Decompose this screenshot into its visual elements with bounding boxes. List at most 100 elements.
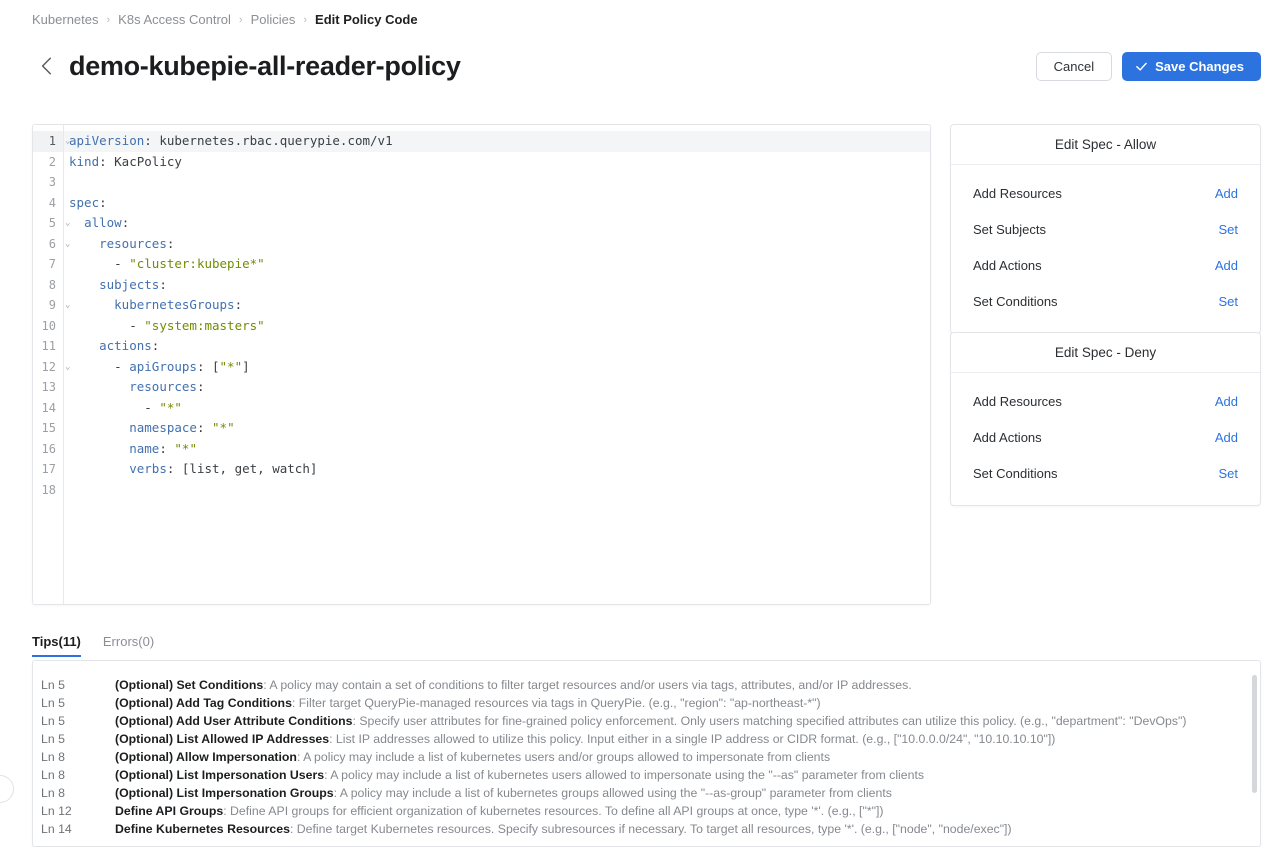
spec-row-action-link[interactable]: Add xyxy=(1215,430,1238,445)
tip-text: Define Kubernetes Resources: Define targ… xyxy=(115,820,1012,838)
breadcrumb-separator-icon: › xyxy=(106,14,111,26)
spec-row-action-link[interactable]: Add xyxy=(1215,186,1238,201)
editor-line-number: 18 xyxy=(41,482,56,497)
spec-row: Add Actions Add xyxy=(973,419,1238,455)
editor-code-line: apiVersion: kubernetes.rbac.querypie.com… xyxy=(69,133,393,148)
editor-code-line xyxy=(64,172,930,193)
tip-text: (Optional) Add Tag Conditions: Filter ta… xyxy=(115,694,821,712)
spec-row-label: Add Resources xyxy=(973,185,1062,201)
sidebar-toggle-button[interactable] xyxy=(0,775,14,803)
spec-row: Set Conditions Set xyxy=(973,455,1238,491)
edit-policy-code-page: Kubernetes › K8s Access Control › Polici… xyxy=(0,0,1280,847)
tip-title: (Optional) List Allowed IP Addresses xyxy=(115,732,330,746)
editor-code-line: subjects: xyxy=(99,276,167,292)
tip-line-ref: Ln 8 xyxy=(41,786,65,800)
tip-title: (Optional) Allow Impersonation xyxy=(115,750,297,764)
spec-row-label: Set Conditions xyxy=(973,293,1058,309)
spec-row-action-link[interactable]: Add xyxy=(1215,258,1238,273)
editor-line-number: 9 xyxy=(48,298,56,312)
editor-line-number: 1 xyxy=(33,131,63,152)
editor-code-line: name: "*" xyxy=(129,440,197,456)
edit-spec-allow-rows: Add Resources Add Set Subjects Set Add Actio… xyxy=(951,165,1260,333)
edit-spec-deny-panel: Edit Spec - Deny Add Resources Add Add Act… xyxy=(950,332,1261,506)
spec-row-action-link[interactable]: Set xyxy=(1218,294,1238,309)
check-icon xyxy=(1135,60,1148,73)
editor-code-area[interactable]: apiVersion: kubernetes.rbac.querypie.com… xyxy=(64,125,930,604)
spec-row-action-link[interactable]: Set xyxy=(1218,222,1238,237)
breadcrumb: Kubernetes › K8s Access Control › Polici… xyxy=(32,11,418,29)
page-header: demo-kubepie-all-reader-policy Cancel Sa… xyxy=(32,44,1261,88)
tip-line-ref: Ln 5 xyxy=(41,696,65,710)
tip-title: (Optional) List Impersonation Users xyxy=(115,768,325,782)
editor-code-line: - "*" xyxy=(69,399,182,415)
editor-code-line: namespace: "*" xyxy=(129,420,235,435)
tip-row[interactable]: Ln 5 (Optional) Add User Attribute Condit… xyxy=(33,712,1260,730)
editor-line-number: 2 xyxy=(48,154,56,169)
editor-line-number: 17 xyxy=(41,462,56,476)
tips-scrollbar[interactable] xyxy=(1252,675,1257,793)
tip-description: : A policy may include a list of kuberne… xyxy=(333,786,892,800)
tip-row[interactable]: Ln 14 Define Kubernetes Resources: Define… xyxy=(33,820,1260,838)
tip-row[interactable]: Ln 5 (Optional) Add Tag Conditions: Filte… xyxy=(33,694,1260,712)
tip-text: Define API Groups: Define API groups for… xyxy=(115,802,883,820)
editor-line-number: 14 xyxy=(41,400,56,415)
tip-line-ref: Ln 8 xyxy=(41,768,65,782)
tip-row[interactable]: Ln 5 (Optional) List Allowed IP Addresses… xyxy=(33,730,1260,748)
tip-title: Define API Groups xyxy=(115,804,224,818)
tip-text: (Optional) Allow Impersonation: A policy… xyxy=(115,748,830,766)
breadcrumb-item-policies[interactable]: Policies xyxy=(251,11,296,29)
editor-line-number: 15 xyxy=(41,421,56,435)
policy-code-editor[interactable]: 1 2 3 4 5 6 7 8 9 10 11 12 13 14 15 16 17 18 ⌄ ⌄ ⌄ ⌄ ⌄ apiVer… xyxy=(32,124,931,605)
editor-line-number: 13 xyxy=(41,380,56,394)
chevron-left-icon[interactable] xyxy=(35,51,57,81)
tips-list: Ln 5 (Optional) Set Conditions: A policy … xyxy=(33,676,1260,838)
editor-line-number-gutter: 1 2 3 4 5 6 7 8 9 10 11 12 13 14 15 16 17 18 xyxy=(33,125,64,604)
tip-row[interactable]: Ln 8 (Optional) List Impersonation Groups… xyxy=(33,784,1260,802)
tip-title: (Optional) Add User Attribute Conditions xyxy=(115,714,353,728)
editor-code-line: kubernetesGroups: xyxy=(114,297,243,312)
tip-text: (Optional) List Impersonation Groups: A … xyxy=(115,784,892,802)
bottom-tabs: Tips(11) Errors(0) xyxy=(32,630,154,657)
breadcrumb-item-kubernetes[interactable]: Kubernetes xyxy=(32,11,99,29)
editor-line-number: 16 xyxy=(41,441,56,456)
tips-panel[interactable]: Ln 5 (Optional) Set Conditions: A policy … xyxy=(32,660,1261,847)
editor-code-line: verbs: [list, get, watch] xyxy=(129,461,318,476)
tab-errors[interactable]: Errors(0) xyxy=(103,634,154,657)
tip-row[interactable]: Ln 12 Define API Groups: Define API group… xyxy=(33,802,1260,820)
breadcrumb-item-k8s-access-control[interactable]: K8s Access Control xyxy=(118,11,231,29)
cancel-button[interactable]: Cancel xyxy=(1035,51,1113,81)
editor-line-number: 3 xyxy=(48,175,56,189)
editor-code-line: spec: xyxy=(69,194,107,210)
tip-line-ref: Ln 14 xyxy=(41,822,72,836)
tip-title: Define Kubernetes Resources xyxy=(115,822,290,836)
save-changes-label: Save Changes xyxy=(1155,58,1244,74)
tip-title: (Optional) List Impersonation Groups xyxy=(115,786,334,800)
editor-code-line: actions: xyxy=(99,338,160,353)
tip-line-ref: Ln 5 xyxy=(41,678,65,692)
spec-row-label: Add Actions xyxy=(973,429,1042,445)
spec-row-action-link[interactable]: Set xyxy=(1218,466,1238,481)
tip-row[interactable]: Ln 8 (Optional) List Impersonation Users:… xyxy=(33,766,1260,784)
spec-row-action-link[interactable]: Add xyxy=(1215,394,1238,409)
editor-code-line: - "cluster:kubepie*" xyxy=(69,256,265,271)
tip-title: (Optional) Set Conditions xyxy=(115,678,264,692)
tab-tips[interactable]: Tips(11) xyxy=(32,634,81,657)
tip-row[interactable]: Ln 8 (Optional) Allow Impersonation: A po… xyxy=(33,748,1260,766)
tip-line-ref: Ln 8 xyxy=(41,750,65,764)
breadcrumb-separator-icon: › xyxy=(238,14,243,26)
spec-row: Add Resources Add xyxy=(973,383,1238,419)
editor-line-number: 5 xyxy=(48,216,56,230)
breadcrumb-separator-icon: › xyxy=(303,14,308,26)
editor-code-line: - "system:masters" xyxy=(69,317,265,333)
tip-line-ref: Ln 12 xyxy=(41,804,72,818)
save-changes-button[interactable]: Save Changes xyxy=(1122,51,1261,81)
edit-spec-allow-title: Edit Spec - Allow xyxy=(951,125,1260,165)
tip-description: : List IP addresses allowed to utilize t… xyxy=(329,732,1056,746)
tip-text: (Optional) Set Conditions: A policy may … xyxy=(115,676,912,694)
tip-row[interactable]: Ln 5 (Optional) Set Conditions: A policy … xyxy=(33,676,1260,694)
tip-description: : Specify user attributes for fine-grain… xyxy=(352,714,1187,728)
editor-line-number: 7 xyxy=(48,257,56,271)
spec-row-label: Add Actions xyxy=(973,257,1042,273)
tip-description: : Filter target QueryPie-managed resourc… xyxy=(291,696,821,710)
spec-row: Set Conditions Set xyxy=(973,283,1238,319)
